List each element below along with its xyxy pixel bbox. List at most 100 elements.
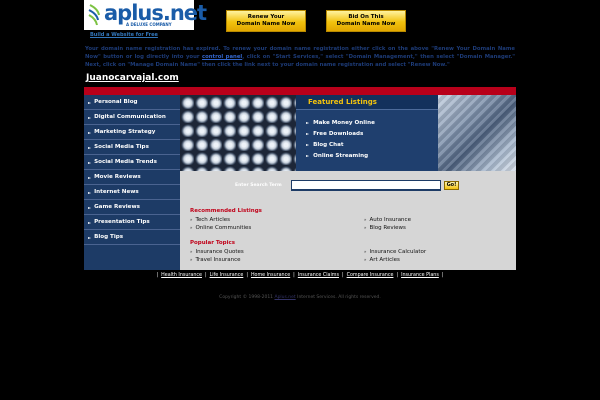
search-label: Enter Search Term <box>235 183 282 188</box>
recommended-title: Recommended Listings <box>190 208 262 214</box>
renew-label-2: Domain Name Now <box>236 21 296 27</box>
arrow-right-icon: ► <box>306 153 310 158</box>
popular-title: Popular Topics <box>190 240 236 246</box>
featured-listings: Featured Listings ► Make Money Online ► Fr… <box>296 95 438 171</box>
copyright-pre: Copyright © 1998-2011 <box>219 295 275 300</box>
aplus-logo[interactable]: aplus.net A DELUXE COMPANY <box>84 0 207 30</box>
footer-link[interactable]: Life Insurance <box>210 273 244 278</box>
nav-item-label: Game Reviews <box>94 204 140 210</box>
list-item[interactable]: » Blog Reviews <box>364 225 406 231</box>
build-website-link[interactable]: Build a Website for Free <box>90 32 158 38</box>
bullet-icon: » <box>364 217 367 222</box>
bullet-icon: » <box>364 249 367 254</box>
arrow-right-icon: ► <box>88 189 92 195</box>
arrow-right-icon: ► <box>88 144 92 150</box>
arrow-right-icon: ► <box>88 204 92 210</box>
bid-domain-button[interactable]: Bid On This Domain Name Now <box>326 10 406 32</box>
bullet-icon: » <box>190 225 193 230</box>
arrow-right-icon: ► <box>306 120 310 125</box>
copyright: Copyright © 1998-2011 Aplus.net Internet… <box>0 295 600 300</box>
nav-item[interactable]: ► Personal Blog <box>84 95 180 110</box>
expiry-notice: Your domain name registration has expire… <box>85 45 515 69</box>
footer-link[interactable]: Insurance Claims <box>298 273 339 278</box>
list-item[interactable]: » Auto Insurance <box>364 217 411 223</box>
nav-item[interactable]: ► Internet News <box>84 185 180 200</box>
arrow-right-icon: ► <box>88 114 92 120</box>
nav-item-label: Social Media Trends <box>94 159 157 165</box>
list-item-label: Art Articles <box>369 257 400 263</box>
aplus-link[interactable]: Aplus.net <box>274 295 295 300</box>
logo-brand: aplus.net <box>104 1 207 25</box>
list-item[interactable]: » Insurance Calculator <box>364 249 426 255</box>
search-input[interactable] <box>291 180 441 191</box>
bid-label-1: Bid On This <box>348 14 384 20</box>
featured-item-label: Make Money Online <box>313 119 375 126</box>
nav-item-label: Personal Blog <box>94 99 138 105</box>
main-content: Enter Search Term Go! Recommended Listin… <box>180 171 516 270</box>
nav-item-label: Digital Communication <box>94 114 166 120</box>
list-item-label: Blog Reviews <box>369 225 406 231</box>
domain-title[interactable]: Juanocarvajal.com <box>86 73 179 83</box>
renew-domain-button[interactable]: Renew Your Domain Name Now <box>226 10 306 32</box>
arrow-right-icon: ► <box>88 99 92 105</box>
footer-link[interactable]: Insurance Plans <box>401 273 439 278</box>
arrow-right-icon: ► <box>88 159 92 165</box>
nav-item-label: Marketing Strategy <box>94 129 156 135</box>
nav-item[interactable]: ► Presentation Tips <box>84 215 180 230</box>
renew-label-1: Renew Your <box>247 14 285 20</box>
nav-item[interactable]: ► Game Reviews <box>84 200 180 215</box>
footer-link[interactable]: Health Insurance <box>161 273 202 278</box>
bullet-icon: » <box>190 257 193 262</box>
list-item[interactable]: » Online Communities <box>190 225 251 231</box>
list-item-label: Insurance Quotes <box>195 249 244 255</box>
left-nav: ► Personal Blog ► Digital Communication ► M… <box>84 95 180 270</box>
featured-item[interactable]: ► Free Downloads <box>296 128 438 139</box>
copyright-post: Internet Services. All rights reserved. <box>295 295 381 300</box>
list-item[interactable]: » Tech Articles <box>190 217 230 223</box>
nav-item[interactable]: ► Social Media Tips <box>84 140 180 155</box>
bullet-icon: » <box>364 257 367 262</box>
featured-item[interactable]: ► Blog Chat <box>296 139 438 150</box>
arrow-right-icon: ► <box>306 131 310 136</box>
hero-image <box>180 95 296 171</box>
footer-link[interactable]: Compare Insurance <box>347 273 394 278</box>
swoosh-icon <box>88 4 100 26</box>
list-item-label: Insurance Calculator <box>369 249 427 255</box>
list-item-label: Travel Insurance <box>195 257 241 263</box>
list-item[interactable]: » Art Articles <box>364 257 400 263</box>
nav-item-label: Blog Tips <box>94 234 124 240</box>
nav-item[interactable]: ► Movie Reviews <box>84 170 180 185</box>
nav-item-label: Internet News <box>94 189 139 195</box>
arrow-right-icon: ► <box>88 219 92 225</box>
nav-item[interactable]: ► Blog Tips <box>84 230 180 245</box>
red-divider-bar <box>84 87 516 95</box>
go-button[interactable]: Go! <box>444 181 459 190</box>
arrow-right-icon: ► <box>88 234 92 240</box>
nav-item[interactable]: ► Social Media Trends <box>84 155 180 170</box>
featured-item[interactable]: ► Make Money Online <box>296 117 438 128</box>
nav-item[interactable]: ► Marketing Strategy <box>84 125 180 140</box>
featured-item-label: Free Downloads <box>313 130 364 137</box>
featured-item-label: Online Streaming <box>313 152 369 159</box>
arrow-right-icon: ► <box>306 142 310 147</box>
bullet-icon: » <box>190 249 193 254</box>
list-item-label: Auto Insurance <box>369 217 411 223</box>
nav-item[interactable]: ► Digital Communication <box>84 110 180 125</box>
nav-item-label: Social Media Tips <box>94 144 149 150</box>
list-item[interactable]: » Travel Insurance <box>190 257 241 263</box>
featured-item[interactable]: ► Online Streaming <box>296 150 438 161</box>
bullet-icon: » <box>190 217 193 222</box>
nav-item-label: Movie Reviews <box>94 174 141 180</box>
arrow-right-icon: ► <box>88 174 92 180</box>
decorative-image <box>438 95 516 171</box>
control-panel-link[interactable]: control panel <box>202 54 242 60</box>
arrow-right-icon: ► <box>88 129 92 135</box>
bullet-icon: » <box>364 225 367 230</box>
list-item[interactable]: » Insurance Quotes <box>190 249 244 255</box>
list-item-label: Tech Articles <box>195 217 231 223</box>
bid-label-2: Domain Name Now <box>336 21 396 27</box>
featured-title: Featured Listings <box>296 95 438 110</box>
nav-item-label: Presentation Tips <box>94 219 150 225</box>
footer-link[interactable]: Home Insurance <box>251 273 290 278</box>
footer-links: | Health Insurance | Life Insurance | Home In… <box>156 273 444 278</box>
